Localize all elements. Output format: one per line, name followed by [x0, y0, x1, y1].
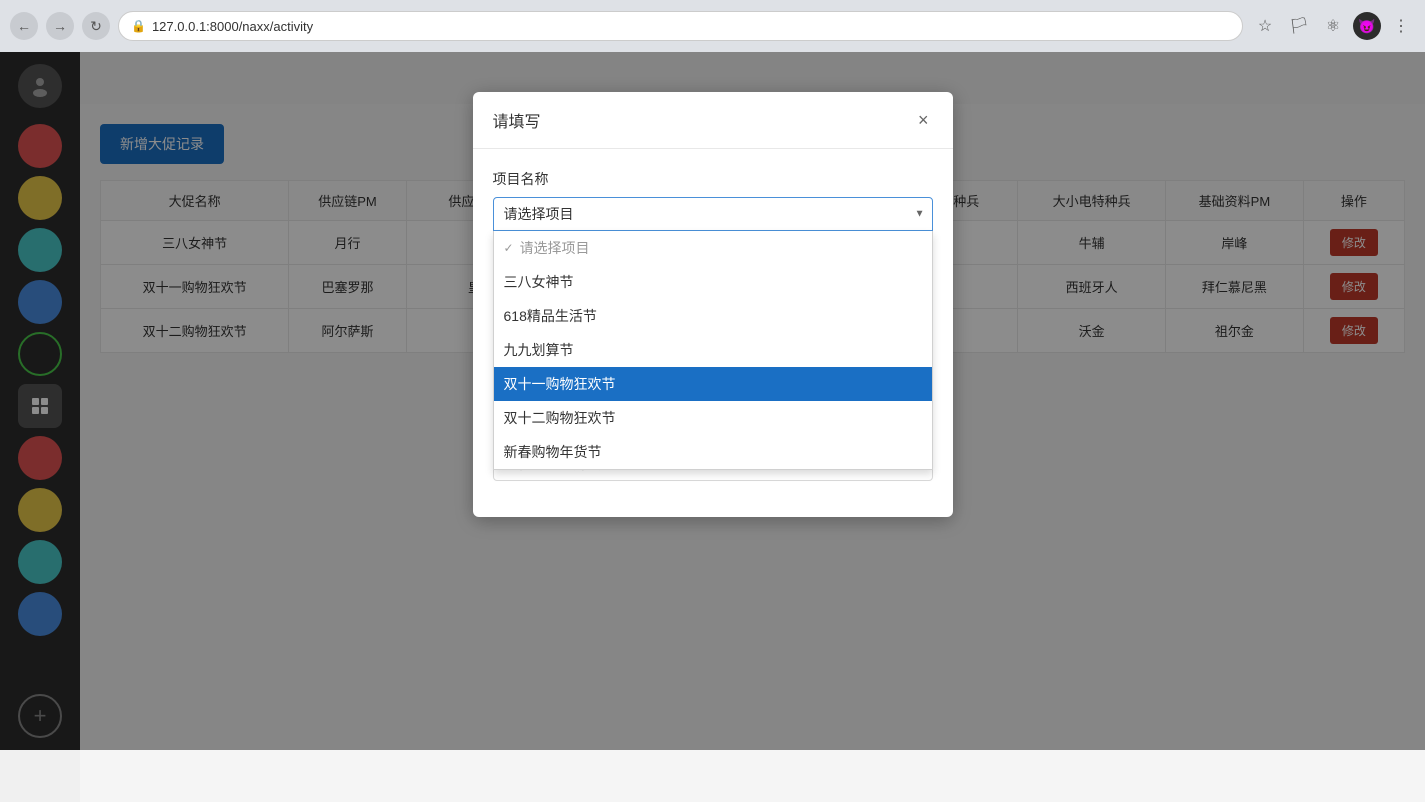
- browser-actions: ☆ 🏳 ⚛ 😈 ⋮: [1251, 12, 1415, 40]
- modal-body: 项目名称 请选择项目 ▼ ✓ 请选择项目: [473, 149, 953, 517]
- bookmark-button[interactable]: ☆: [1251, 12, 1279, 40]
- back-button[interactable]: ←: [10, 12, 38, 40]
- select-arrow-icon: ▼: [915, 209, 925, 220]
- select-container: 请选择项目 ▼ ✓ 请选择项目 三八女神节: [493, 197, 933, 231]
- lock-icon: 🔒: [131, 19, 146, 33]
- check-icon: ✓: [504, 241, 514, 255]
- modal-overlay[interactable]: 请填写 × 项目名称 请选择项目 ▼ ✓: [0, 52, 1425, 750]
- option-label: 双十二购物狂欢节: [504, 408, 616, 428]
- forward-button[interactable]: →: [46, 12, 74, 40]
- main-content: 新增大促记录 大促名称 供应链PM 供应链压测负责人 菜鸟对接人 天猫特种兵 天…: [80, 104, 1425, 802]
- dropdown-item-6[interactable]: 新春购物年货节: [494, 435, 932, 469]
- extensions-button[interactable]: ⚛: [1319, 12, 1347, 40]
- option-label: 618精品生活节: [504, 306, 597, 326]
- modal-title: 请填写: [493, 108, 541, 132]
- modal-close-button[interactable]: ×: [914, 110, 933, 131]
- project-name-label: 项目名称: [493, 169, 933, 189]
- url-text: 127.0.0.1:8000/naxx/activity: [152, 19, 313, 34]
- modal-dialog: 请填写 × 项目名称 请选择项目 ▼ ✓: [473, 92, 953, 517]
- dropdown-list: ✓ 请选择项目 三八女神节 618精品生活节 九九划算节: [493, 231, 933, 470]
- dropdown-item-placeholder[interactable]: ✓ 请选择项目: [494, 231, 932, 265]
- dropdown-item-5[interactable]: 双十二购物狂欢节: [494, 401, 932, 435]
- reload-button[interactable]: ↻: [82, 12, 110, 40]
- option-label: 新春购物年货节: [504, 442, 602, 462]
- option-label: 九九划算节: [504, 340, 574, 360]
- project-select[interactable]: 请选择项目 ▼: [493, 197, 933, 231]
- project-name-field: 项目名称 请选择项目 ▼ ✓ 请选择项目: [493, 169, 933, 231]
- flag-button[interactable]: 🏳: [1285, 12, 1313, 40]
- dropdown-item-1[interactable]: 三八女神节: [494, 265, 932, 299]
- option-label: 三八女神节: [504, 272, 574, 292]
- address-bar[interactable]: 🔒 127.0.0.1:8000/naxx/activity: [118, 11, 1243, 41]
- browser-chrome: ← → ↻ 🔒 127.0.0.1:8000/naxx/activity ☆ 🏳…: [0, 0, 1425, 52]
- modal-header: 请填写 ×: [473, 92, 953, 149]
- dropdown-item-3[interactable]: 九九划算节: [494, 333, 932, 367]
- dropdown-item-2[interactable]: 618精品生活节: [494, 299, 932, 333]
- menu-button[interactable]: ⋮: [1387, 12, 1415, 40]
- option-label: 双十一购物狂欢节: [504, 374, 616, 394]
- dropdown-item-4-selected[interactable]: 双十一购物狂欢节: [494, 367, 932, 401]
- profile-icon[interactable]: 😈: [1353, 12, 1381, 40]
- select-value: 请选择项目: [504, 204, 574, 224]
- option-label: 请选择项目: [520, 238, 590, 258]
